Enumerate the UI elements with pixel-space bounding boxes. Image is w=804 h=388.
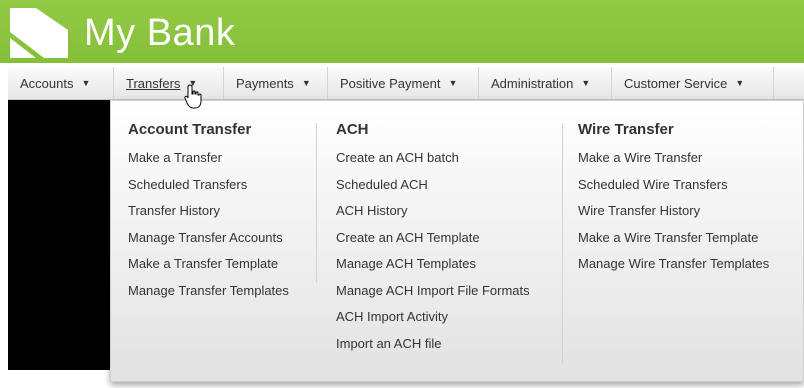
- bank-logo-icon: [10, 8, 68, 58]
- menu-link[interactable]: Transfer History: [128, 200, 289, 227]
- nav-transfers[interactable]: Transfers ▼: [114, 67, 224, 99]
- menu-link[interactable]: Make a Transfer: [128, 147, 289, 174]
- chevron-down-icon: ▼: [581, 78, 591, 88]
- menu-link[interactable]: Create an ACH batch: [336, 147, 530, 174]
- menu-link[interactable]: Wire Transfer History: [578, 200, 769, 227]
- menu-link[interactable]: Scheduled ACH: [336, 174, 530, 201]
- nav-customer-service[interactable]: Customer Service ▼: [612, 67, 774, 99]
- menu-link[interactable]: ACH Import Activity: [336, 306, 530, 333]
- nav-accounts[interactable]: Accounts ▼: [8, 67, 114, 99]
- column-heading: Account Transfer: [128, 121, 252, 138]
- column-divider: [316, 123, 317, 283]
- menu-link[interactable]: Manage ACH Import File Formats: [336, 280, 530, 307]
- menu-link[interactable]: Manage Wire Transfer Templates: [578, 253, 769, 280]
- nav-payments[interactable]: Payments ▼: [224, 67, 328, 99]
- chevron-down-icon: ▼: [301, 78, 311, 88]
- column-heading: ACH: [336, 121, 369, 138]
- main-nav: Accounts ▼ Transfers ▼ Payments ▼ Positi…: [8, 67, 804, 100]
- app-header: My Bank: [0, 0, 804, 63]
- menu-link[interactable]: Manage ACH Templates: [336, 253, 530, 280]
- chevron-down-icon: ▼: [81, 78, 91, 88]
- menu-link[interactable]: Manage Transfer Accounts: [128, 227, 289, 254]
- nav-accounts-label: Accounts: [20, 75, 74, 91]
- menu-link[interactable]: Make a Transfer Template: [128, 253, 289, 280]
- menu-link[interactable]: Manage Transfer Templates: [128, 280, 289, 307]
- nav-payments-label: Payments: [236, 75, 294, 91]
- nav-positive-payment-label: Positive Payment: [340, 75, 441, 91]
- chevron-down-icon: ▼: [735, 78, 745, 88]
- menu-link[interactable]: Make a Wire Transfer: [578, 147, 769, 174]
- nav-administration-label: Administration: [491, 75, 574, 91]
- chevron-down-icon: ▼: [448, 78, 458, 88]
- app-title: My Bank: [84, 12, 236, 54]
- menu-link[interactable]: Import an ACH file: [336, 333, 530, 360]
- menu-link[interactable]: Make a Wire Transfer Template: [578, 227, 769, 254]
- menu-link[interactable]: Create an ACH Template: [336, 227, 530, 254]
- menu-link[interactable]: Scheduled Transfers: [128, 174, 289, 201]
- nav-administration[interactable]: Administration ▼: [479, 67, 612, 99]
- ach-column: ACH Create an ACH batch Scheduled ACH AC…: [336, 119, 530, 359]
- hand-cursor-icon: [184, 84, 202, 109]
- content-background: [8, 100, 110, 370]
- menu-link[interactable]: Scheduled Wire Transfers: [578, 174, 769, 201]
- wire-transfer-column: Wire Transfer Make a Wire Transfer Sched…: [578, 119, 769, 280]
- nav-customer-service-label: Customer Service: [624, 75, 728, 91]
- nav-positive-payment[interactable]: Positive Payment ▼: [328, 67, 479, 99]
- menu-link[interactable]: ACH History: [336, 200, 530, 227]
- column-divider: [562, 123, 563, 363]
- transfers-dropdown-menu: Account Transfer Make a Transfer Schedul…: [110, 100, 804, 382]
- nav-transfers-label: Transfers: [126, 75, 181, 91]
- column-heading: Wire Transfer: [578, 121, 674, 138]
- account-transfer-column: Account Transfer Make a Transfer Schedul…: [128, 119, 289, 306]
